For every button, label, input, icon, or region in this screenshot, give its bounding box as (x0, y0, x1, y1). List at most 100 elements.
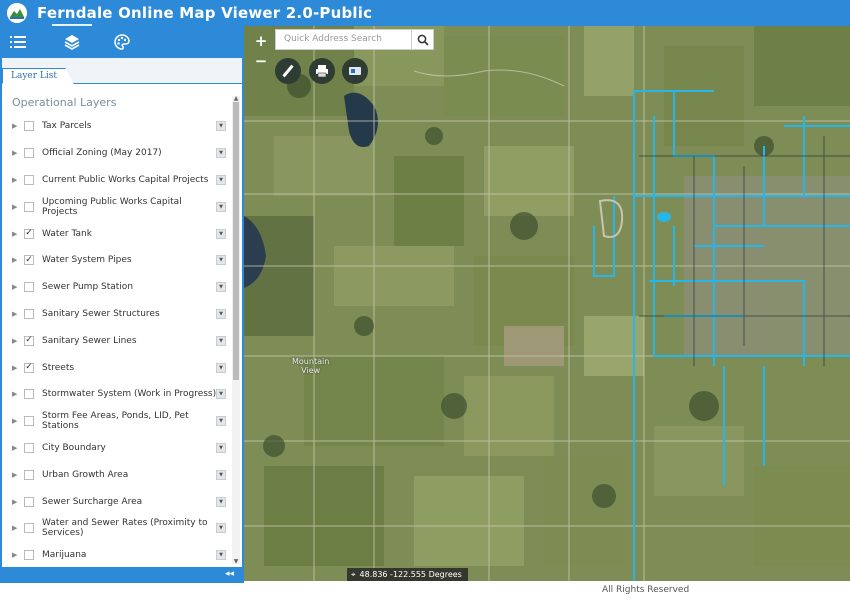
expand-caret-icon[interactable]: ▶ (12, 256, 22, 264)
layer-options-menu-icon[interactable]: ▼ (216, 550, 226, 561)
layer-row[interactable]: ▶ Sewer Pump Station ▼ (4, 274, 232, 301)
legend-toolbar-button[interactable] (110, 30, 134, 54)
layer-label: Sewer Pump Station (42, 282, 134, 293)
layer-list-scrollbar[interactable]: ▲ ▼ (232, 95, 240, 565)
layer-label: Water and Sewer Rates (Proximity to Serv… (42, 518, 208, 539)
layer-visibility-checkbox[interactable]: ✓ (24, 228, 34, 239)
layer-label: Stormwater System (Work in Progress) (42, 389, 217, 400)
expand-caret-icon[interactable]: ▶ (12, 337, 22, 345)
expand-caret-icon[interactable]: ▶ (12, 230, 22, 238)
expand-caret-icon[interactable]: ▶ (12, 524, 22, 532)
panel-tab-strip: Layer List (2, 58, 242, 84)
layer-options-menu-icon[interactable]: ▼ (216, 389, 226, 400)
layer-visibility-checkbox[interactable] (24, 523, 34, 534)
expand-caret-icon[interactable]: ▶ (12, 122, 22, 130)
layer-row[interactable]: ▶ Official Zoning (May 2017) ▼ (4, 140, 232, 167)
layer-visibility-checkbox[interactable] (24, 496, 34, 507)
search-button[interactable] (411, 29, 434, 50)
layer-visibility-checkbox[interactable] (24, 469, 34, 480)
layer-options-menu-icon[interactable]: ▼ (216, 416, 226, 427)
expand-caret-icon[interactable]: ▶ (12, 444, 22, 452)
expand-caret-icon[interactable]: ▶ (12, 203, 22, 211)
scroll-thumb[interactable] (233, 102, 239, 380)
scroll-up-icon[interactable]: ▲ (232, 95, 240, 102)
address-search-input[interactable]: Quick Address Search (275, 29, 412, 50)
layer-options-menu-icon[interactable]: ▼ (216, 496, 226, 507)
expand-caret-icon[interactable]: ▶ (12, 149, 22, 157)
layer-visibility-checkbox[interactable] (24, 282, 34, 293)
layer-list-body: Operational Layers ▶ Tax Parcels ▼ ▶ Officia… (4, 96, 232, 564)
layer-options-menu-icon[interactable]: ▼ (216, 201, 226, 212)
layer-visibility-checkbox[interactable]: ✓ (24, 335, 34, 346)
layer-row[interactable]: ▶ Sewer Surcharge Area ▼ (4, 488, 232, 515)
search-icon (417, 34, 429, 46)
layer-label: Current Public Works Capital Projects (42, 174, 209, 185)
layer-options-menu-icon[interactable]: ▼ (216, 255, 226, 266)
layer-row[interactable]: ▶ Sanitary Sewer Structures ▼ (4, 301, 232, 328)
layer-row[interactable]: ▶ ✓ Water System Pipes ▼ (4, 247, 232, 274)
layer-options-menu-icon[interactable]: ▼ (216, 308, 226, 319)
expand-caret-icon[interactable]: ▶ (12, 417, 22, 425)
layer-visibility-checkbox[interactable] (24, 308, 34, 319)
layer-visibility-checkbox[interactable] (24, 121, 34, 132)
scroll-down-icon[interactable]: ▼ (232, 558, 240, 565)
expand-caret-icon[interactable]: ▶ (12, 364, 22, 372)
expand-caret-icon[interactable]: ▶ (12, 390, 22, 398)
layer-row[interactable]: ▶ Marijuana ▼ (4, 542, 232, 564)
collapse-panel-icon[interactable]: ◂◂ (225, 569, 234, 579)
layer-row[interactable]: ▶ ✓ Streets ▼ (4, 354, 232, 381)
print-tool-button[interactable] (309, 58, 335, 84)
layer-label: Sanitary Sewer Structures (42, 308, 160, 319)
crosshair-icon: ⌖ (351, 570, 356, 579)
expand-caret-icon[interactable]: ▶ (12, 471, 22, 479)
layer-options-menu-icon[interactable]: ▼ (216, 442, 226, 453)
zoom-in-button[interactable]: + (252, 32, 270, 52)
expand-caret-icon[interactable]: ▶ (12, 551, 22, 559)
layer-options-menu-icon[interactable]: ▼ (216, 121, 226, 132)
layer-visibility-checkbox[interactable] (24, 416, 34, 427)
layer-label: Water System Pipes (42, 255, 132, 266)
layer-options-menu-icon[interactable]: ▼ (216, 335, 226, 346)
expand-caret-icon[interactable]: ▶ (12, 498, 22, 506)
basemap-gallery-tool-button[interactable] (342, 58, 368, 84)
layer-options-menu-icon[interactable]: ▼ (216, 469, 226, 480)
measure-tool-button[interactable] (275, 58, 301, 84)
copyright-text: All Rights Reserved (602, 585, 690, 595)
layer-visibility-checkbox[interactable]: ✓ (24, 362, 34, 373)
expand-caret-icon[interactable]: ▶ (12, 283, 22, 291)
layer-row[interactable]: ▶ Storm Fee Areas, Ponds, LID, Pet Statio… (4, 408, 232, 435)
layer-list-toolbar-button[interactable] (6, 30, 30, 54)
map-view[interactable]: + − Quick Address Search Mountain View ⌖… (244, 26, 850, 581)
zoom-out-button[interactable]: − (252, 52, 270, 72)
layer-row[interactable]: ▶ Upcoming Public Works Capital Projects ▼ (4, 193, 232, 220)
layer-row[interactable]: ▶ Tax Parcels ▼ (4, 113, 232, 140)
layer-visibility-checkbox[interactable] (24, 389, 34, 400)
layer-row[interactable]: ▶ Urban Growth Area ▼ (4, 461, 232, 488)
layer-options-menu-icon[interactable]: ▼ (216, 228, 226, 239)
layer-visibility-checkbox[interactable] (24, 148, 34, 159)
layer-visibility-checkbox[interactable]: ✓ (24, 255, 34, 266)
layer-row[interactable]: ▶ City Boundary ▼ (4, 435, 232, 462)
layer-row[interactable]: ▶ Current Public Works Capital Projects ▼ (4, 167, 232, 194)
layer-options-menu-icon[interactable]: ▼ (216, 523, 226, 534)
layer-row[interactable]: ▶ Water and Sewer Rates (Proximity to Ser… (4, 515, 232, 542)
expand-caret-icon[interactable]: ▶ (12, 176, 22, 184)
layer-visibility-checkbox[interactable] (24, 174, 34, 185)
footer-bar (244, 583, 850, 600)
layer-options-menu-icon[interactable]: ▼ (216, 148, 226, 159)
layer-visibility-checkbox[interactable] (24, 442, 34, 453)
layer-options-menu-icon[interactable]: ▼ (216, 174, 226, 185)
layer-row[interactable]: ▶ Stormwater System (Work in Progress) ▼ (4, 381, 232, 408)
layer-label: Marijuana (42, 550, 87, 561)
zoom-control: + − (252, 32, 270, 72)
basemap-toolbar-button[interactable] (52, 24, 92, 54)
layer-options-menu-icon[interactable]: ▼ (216, 282, 226, 293)
layer-row[interactable]: ▶ ✓ Water Tank ▼ (4, 220, 232, 247)
layer-label: Sanitary Sewer Lines (42, 335, 137, 346)
expand-caret-icon[interactable]: ▶ (12, 310, 22, 318)
layer-visibility-checkbox[interactable] (24, 550, 34, 561)
tab-layer-list[interactable]: Layer List (2, 68, 75, 84)
layer-row[interactable]: ▶ ✓ Sanitary Sewer Lines ▼ (4, 327, 232, 354)
layer-visibility-checkbox[interactable] (24, 201, 34, 212)
layer-options-menu-icon[interactable]: ▼ (216, 362, 226, 373)
